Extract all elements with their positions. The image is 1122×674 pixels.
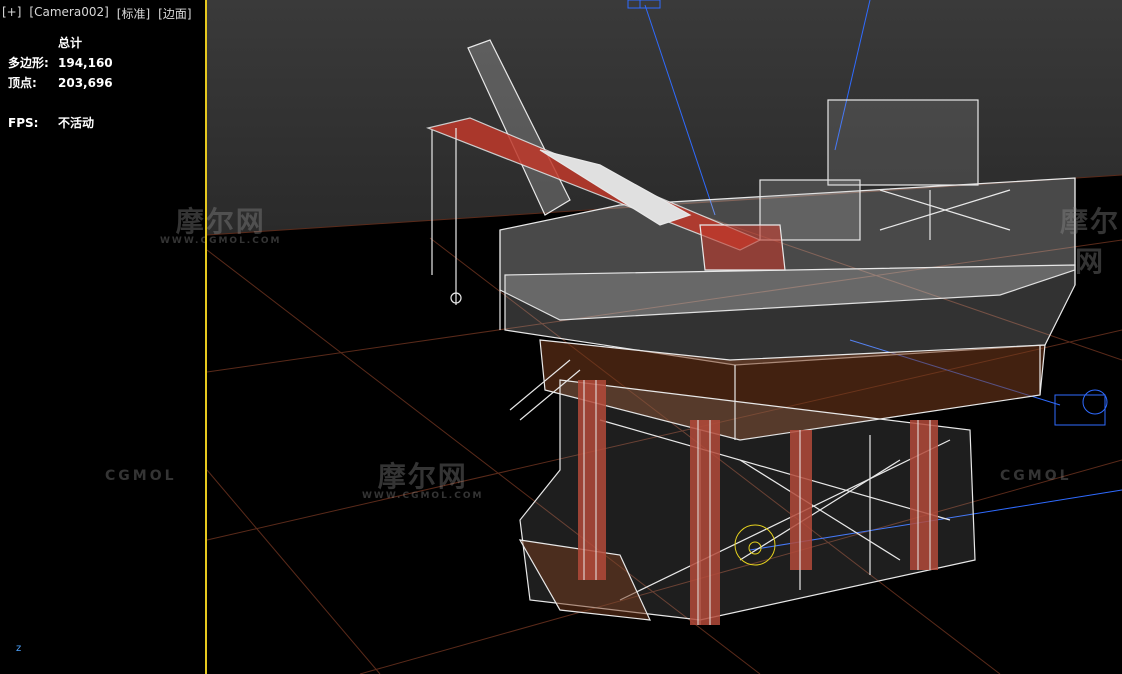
watermark-cn: 摩尔网 [175,205,266,238]
watermark-left: 摩尔网 WWW.CGMOL.COM [160,200,281,246]
watermark-cn: 摩尔网 [377,460,468,493]
watermark-line-left: CGMOL [105,468,177,484]
watermark-en: WWW.CGMOL.COM [160,236,282,246]
stats-value: 203,696 [58,76,113,90]
statistics-overlay: 总计 多边形: 194,160 顶点: 203,696 FPS: 不活动 [8,33,113,133]
viewport-camera002[interactable]: 摩尔网 WWW.CGMOL.COM 摩尔网 摩尔网 WWW.CGMOL.COM … [0,0,1122,674]
watermark-right: 摩尔网 [1058,200,1122,280]
scene-wireframe [206,0,1122,674]
active-viewport-border [205,0,207,674]
viewport-display-menu[interactable]: [边面] [158,5,191,22]
viewport-plus-menu[interactable]: [+] [2,5,21,22]
stats-row-fps: FPS: 不活动 [8,113,113,133]
watermark-cn: 摩尔网 [1059,205,1120,278]
axis-z-label: z [16,643,22,654]
viewport-shading-menu[interactable]: [标准] [117,5,150,22]
stats-label: 多边形: [8,56,49,70]
fps-value: 不活动 [58,116,95,130]
stats-value: 194,160 [58,56,113,70]
fps-label: FPS: [8,116,39,130]
watermark-line-right: CGMOL [1000,468,1072,484]
viewport-label-menu: [+] [Camera002] [标准] [边面] [2,5,192,22]
stats-header: 总计 [58,36,83,50]
stats-label: 顶点: [8,76,37,90]
stats-row-vertices: 顶点: 203,696 [8,73,113,93]
viewport-camera-menu[interactable]: [Camera002] [29,5,108,22]
watermark-center: 摩尔网 WWW.CGMOL.COM [362,455,483,501]
stats-row-polygons: 多边形: 194,160 [8,53,113,73]
watermark-en: WWW.CGMOL.COM [362,491,484,501]
